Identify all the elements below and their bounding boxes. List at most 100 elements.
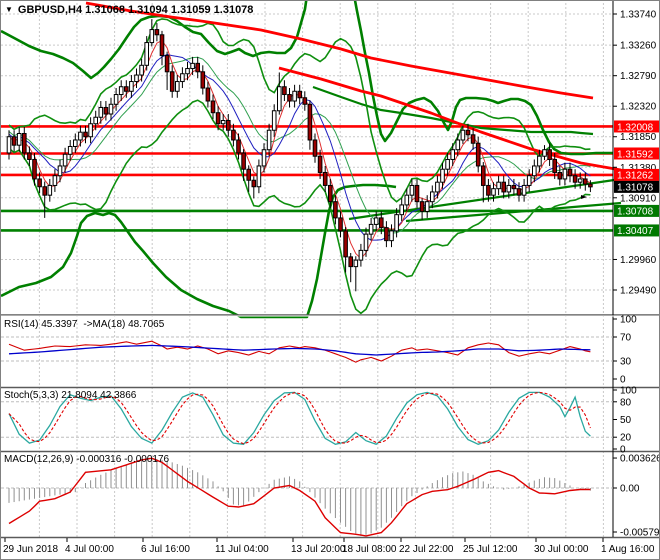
candle-body <box>526 175 532 186</box>
candle-body <box>220 120 226 125</box>
candle-body <box>108 103 114 115</box>
chart-canvas: 1.337401.332601.327901.323201.318501.313… <box>1 1 660 555</box>
candle-body <box>231 129 236 141</box>
candle-body <box>353 259 359 268</box>
symbol-dropdown-icon[interactable]: ▼ <box>5 5 13 14</box>
price-label: 1.29960 <box>620 255 657 266</box>
price-label: 1.33740 <box>620 10 657 21</box>
price-axis: 1.337401.332601.327901.323201.318501.313… <box>613 10 659 296</box>
rsi-ma-label: ->MA(18) 48.7065 <box>83 319 165 330</box>
candle-body <box>256 165 262 188</box>
candle-body <box>506 184 512 193</box>
candle-body <box>521 184 527 196</box>
candle-body <box>287 94 292 102</box>
candle-body <box>282 86 287 96</box>
candle-body <box>516 188 522 196</box>
candle-body <box>169 71 175 92</box>
candle-body <box>251 179 257 188</box>
candle-body <box>552 158 558 173</box>
ohlc-close: 1.31078 <box>213 4 254 16</box>
candle-body <box>236 139 241 154</box>
macd-axis-label: 0.00 <box>620 484 640 495</box>
candle-body <box>205 87 211 102</box>
ohlc-low: 1.31059 <box>170 4 211 16</box>
candle-body <box>445 158 450 170</box>
price-badge-label: 1.30708 <box>617 207 654 218</box>
rsi-panel-header: RSI(14) 45.3397 ->MA(18) 48.7065 <box>4 319 170 330</box>
time-label: 6 Jul 16:00 <box>141 544 190 555</box>
candle-body <box>307 103 313 141</box>
candle-body <box>144 42 149 66</box>
candle-body <box>37 178 42 188</box>
macd-panel-header: MACD(12,26,9) -0.000316 -0.000176 <box>4 454 175 465</box>
price-label: 1.32790 <box>620 71 657 82</box>
candle-body <box>149 29 155 44</box>
candle-body <box>486 184 491 196</box>
candle-body <box>271 110 277 131</box>
time-label: 4 Jul 00:00 <box>65 544 114 555</box>
candle-body <box>47 184 53 196</box>
candle-body <box>557 171 563 180</box>
candle-body <box>322 171 328 186</box>
candle-body <box>583 178 588 185</box>
candle-body <box>328 184 333 203</box>
candle-body <box>537 155 542 167</box>
stoch-label: Stoch(5,3,3) 21.8094 42.3866 <box>4 390 137 401</box>
candle-body <box>572 175 578 183</box>
candle-body <box>455 139 461 151</box>
candle-body <box>200 71 206 89</box>
chart-window: 1.33740 1.33260 1.32790 1.32320 1.31850 1.313… <box>0 0 660 560</box>
candle-body <box>292 90 297 102</box>
candle-body <box>113 94 119 105</box>
candle-body <box>67 145 73 155</box>
candle-body <box>567 168 573 177</box>
candle-body <box>16 132 22 146</box>
candle-body <box>226 120 231 131</box>
candle-body <box>470 134 476 144</box>
candle-body <box>210 100 216 114</box>
candle-body <box>588 183 593 188</box>
candle-body <box>475 142 481 167</box>
time-label: 13 Jul 20:00 <box>291 544 346 555</box>
candle-body <box>57 165 63 177</box>
candle-body <box>511 184 517 190</box>
candle-body <box>22 132 27 154</box>
candle-body <box>297 90 302 99</box>
candle-body <box>577 178 583 183</box>
price-badge-label: 1.31262 <box>617 171 654 182</box>
candle-body <box>164 55 170 73</box>
candle-body <box>358 249 364 261</box>
macd-axis-label: -0.005797 <box>620 528 660 539</box>
candle-body <box>450 149 455 160</box>
candle-body <box>333 201 338 219</box>
candle-body <box>404 194 410 206</box>
candle-body <box>266 129 272 151</box>
candle-body <box>435 181 440 193</box>
candle-body <box>124 86 129 92</box>
bollinger-lower <box>8 99 591 315</box>
candle-body <box>302 97 308 105</box>
candle-body <box>338 217 343 232</box>
candle-body <box>384 227 389 242</box>
rsi-ma-line <box>8 344 591 356</box>
candle-body <box>277 86 282 112</box>
candle-body <box>154 29 160 36</box>
candle-body <box>246 168 251 181</box>
candle-body <box>562 168 568 180</box>
candle-body <box>52 175 58 186</box>
rsi-line <box>8 340 591 363</box>
candle-body <box>98 107 104 118</box>
candles <box>6 19 593 292</box>
candle-body <box>139 64 144 76</box>
candle-body <box>542 149 547 157</box>
candle-body <box>424 201 430 212</box>
rsi-axis-label: 70 <box>620 333 632 344</box>
price-badge-label: 1.31592 <box>617 149 654 160</box>
candle-body <box>215 112 221 125</box>
symbol-timeframe-label: GBPUSD,H4 <box>17 4 83 16</box>
candle-body <box>62 153 68 167</box>
candle-body <box>368 223 374 235</box>
time-label: 18 Jul 08:00 <box>342 544 397 555</box>
candle-body <box>32 158 37 180</box>
candle-body <box>190 62 195 70</box>
